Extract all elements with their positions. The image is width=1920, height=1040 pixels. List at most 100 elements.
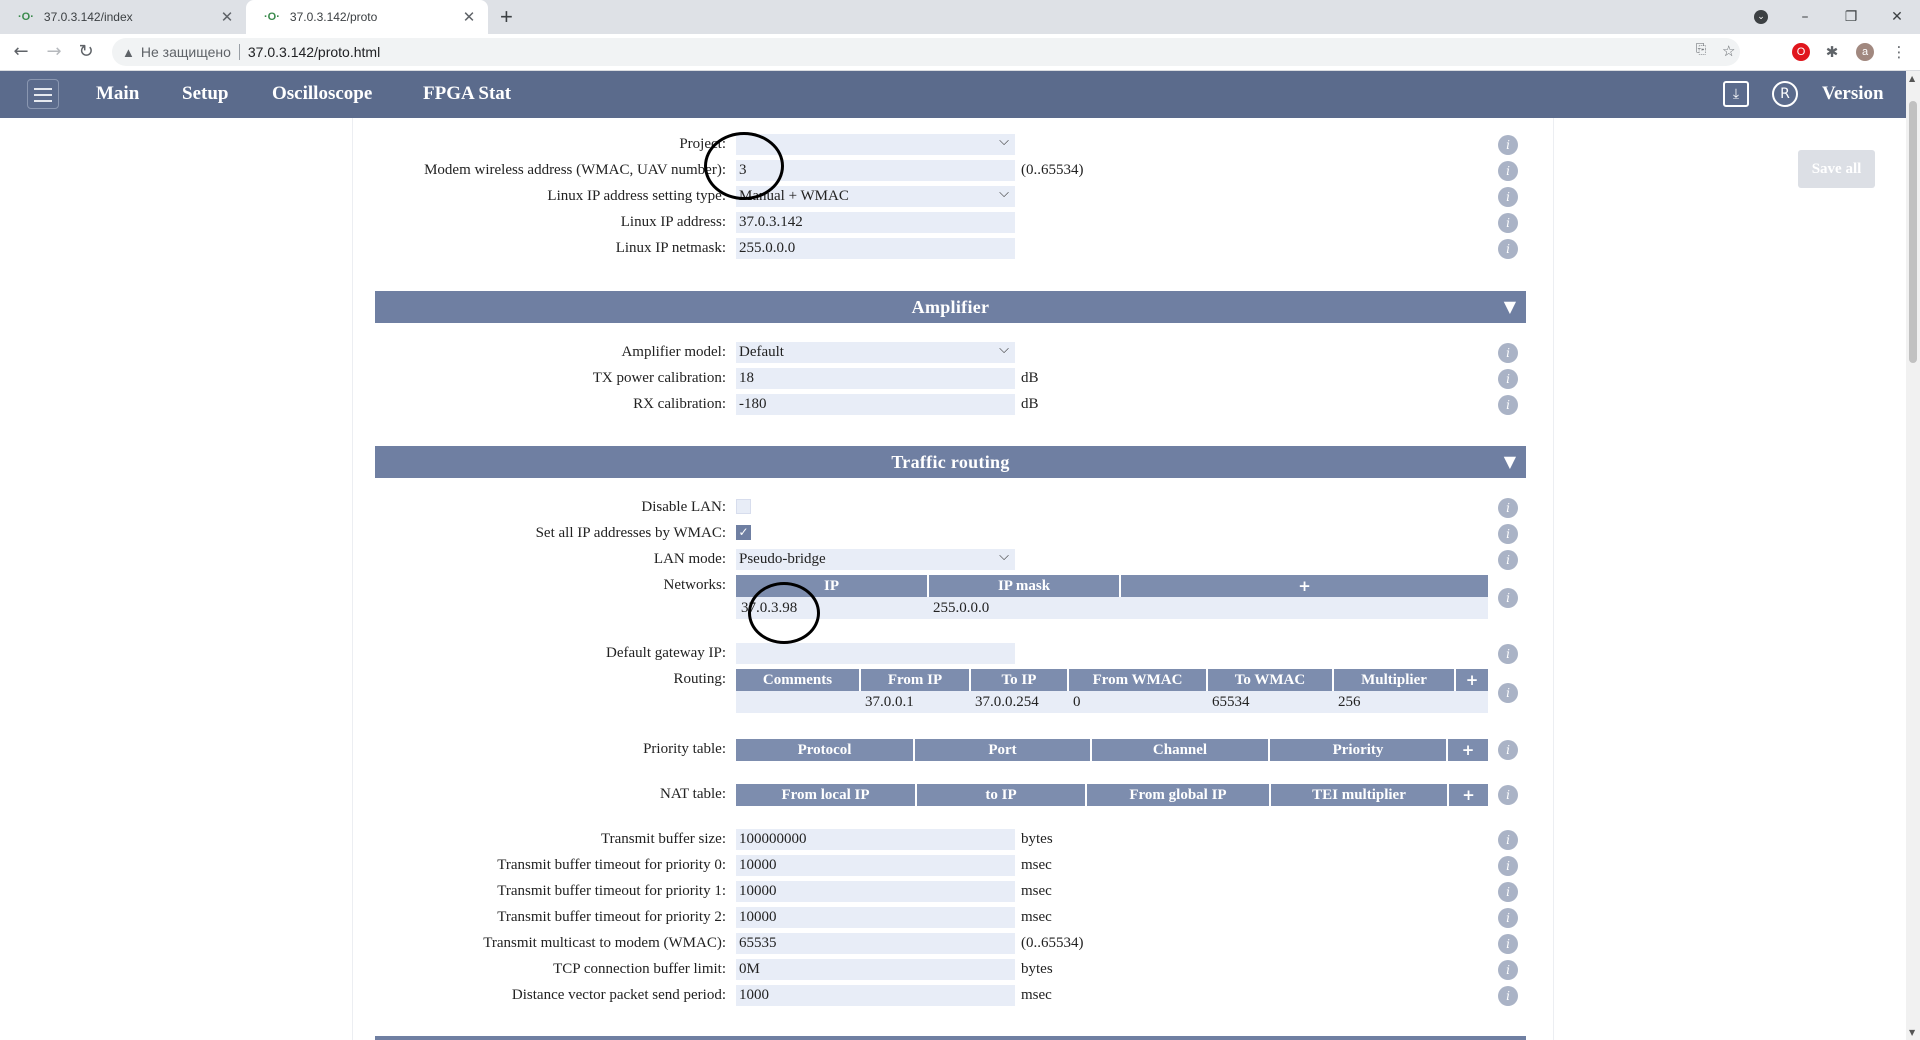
reload-icon[interactable]: ↻ — [74, 40, 98, 64]
buffer-timeout-0-input[interactable]: 10000 — [736, 855, 1015, 876]
tab-close-icon[interactable]: ✕ — [218, 8, 236, 26]
column-header[interactable]: Comments — [736, 669, 861, 691]
column-header[interactable]: Channel — [1091, 739, 1270, 761]
column-header[interactable]: IP mask — [928, 575, 1121, 597]
column-header[interactable]: Protocol — [736, 739, 915, 761]
scroll-down-arrow-icon[interactable]: ▼ — [1909, 1028, 1915, 1037]
star-icon[interactable]: ☆ — [1722, 42, 1735, 60]
add-priority-button[interactable]: + — [1447, 739, 1488, 761]
multicast-input[interactable]: 65535 — [736, 933, 1015, 954]
column-header[interactable]: Multiplier — [1333, 669, 1456, 691]
info-icon[interactable]: i — [1498, 882, 1518, 902]
collapse-arrow-icon[interactable]: ▼ — [1504, 452, 1516, 471]
extensions-puzzle-icon[interactable]: ✱ — [1823, 43, 1841, 61]
gateway-input[interactable] — [736, 643, 1015, 664]
nav-main[interactable]: Main — [96, 83, 139, 105]
browser-tab-proto[interactable]: ·O· 37.0.3.142/proto ✕ — [246, 0, 488, 34]
save-all-button[interactable]: Save all — [1798, 150, 1875, 188]
lan-mode-select[interactable]: Pseudo-bridge — [736, 546, 1015, 570]
info-icon[interactable]: i — [1498, 856, 1518, 876]
info-icon[interactable]: i — [1498, 524, 1518, 544]
info-icon[interactable]: i — [1498, 830, 1518, 850]
nav-fpga-stat[interactable]: FPGA Stat — [423, 83, 511, 105]
info-icon[interactable]: i — [1498, 644, 1518, 664]
column-header[interactable]: To WMAC — [1207, 669, 1334, 691]
nav-version[interactable]: Version — [1822, 83, 1884, 105]
route-from-ip-cell[interactable]: 37.0.0.1 — [860, 691, 970, 713]
rx-calibration-input[interactable]: -180 — [736, 394, 1015, 415]
buffer-timeout-1-input[interactable]: 10000 — [736, 881, 1015, 902]
linux-netmask-input[interactable]: 255.0.0.0 — [736, 238, 1015, 259]
add-nat-button[interactable]: + — [1448, 784, 1488, 806]
column-header[interactable]: From WMAC — [1068, 669, 1208, 691]
hamburger-menu-icon[interactable] — [27, 79, 59, 109]
info-icon[interactable]: i — [1498, 683, 1518, 703]
scrollbar-thumb[interactable] — [1909, 101, 1917, 363]
info-icon[interactable]: i — [1498, 908, 1518, 928]
info-icon[interactable]: i — [1498, 239, 1518, 259]
column-header[interactable]: to IP — [916, 784, 1087, 806]
download-icon[interactable]: ⤓ — [1723, 81, 1749, 107]
info-icon[interactable]: i — [1498, 395, 1518, 415]
info-icon[interactable]: i — [1498, 934, 1518, 954]
disable-lan-checkbox[interactable] — [736, 499, 751, 514]
traffic-routing-section-header[interactable]: Traffic routing ▼ — [375, 446, 1526, 478]
column-header[interactable]: From local IP — [736, 784, 917, 806]
url-text[interactable]: 37.0.3.142/proto.html — [248, 44, 380, 60]
amplifier-model-select[interactable]: Default — [736, 339, 1015, 363]
route-multiplier-cell[interactable]: 256 — [1333, 691, 1455, 713]
browser-tab-index[interactable]: ·O· 37.0.3.142/index ✕ — [0, 0, 246, 34]
window-close-icon[interactable]: ✕ — [1874, 0, 1920, 34]
column-header[interactable]: From global IP — [1086, 784, 1271, 806]
route-comments-cell[interactable] — [736, 691, 860, 713]
opera-extension-icon[interactable]: O — [1792, 43, 1810, 61]
restore-icon[interactable]: ❐ — [1828, 0, 1874, 34]
info-icon[interactable]: i — [1498, 960, 1518, 980]
back-icon[interactable]: ← — [9, 40, 33, 64]
column-header[interactable]: Port — [914, 739, 1092, 761]
browser-menu-icon[interactable]: ⋮ — [1890, 43, 1908, 61]
info-icon[interactable]: i — [1498, 986, 1518, 1006]
minimize-icon[interactable]: – — [1782, 0, 1828, 34]
info-icon[interactable]: i — [1498, 343, 1518, 363]
tx-power-input[interactable]: 18 — [736, 368, 1015, 389]
page-scrollbar[interactable]: ▲ ▼ — [1906, 71, 1920, 1040]
new-tab-button[interactable]: + — [500, 4, 513, 30]
route-to-ip-cell[interactable]: 37.0.0.254 — [970, 691, 1068, 713]
info-icon[interactable]: i — [1498, 161, 1518, 181]
column-header[interactable]: To IP — [970, 669, 1069, 691]
set-ip-by-wmac-checkbox[interactable]: ✓ — [736, 525, 751, 540]
ip-setting-type-select[interactable]: Manual + WMAC — [736, 183, 1015, 207]
add-network-button[interactable]: + — [1120, 575, 1488, 597]
collapse-arrow-icon[interactable]: ▼ — [1504, 297, 1516, 316]
column-header[interactable]: Priority — [1269, 739, 1448, 761]
nav-setup[interactable]: Setup — [182, 83, 228, 105]
info-icon[interactable]: i — [1498, 785, 1518, 805]
nav-oscilloscope[interactable]: Oscilloscope — [272, 83, 372, 105]
tab-close-icon[interactable]: ✕ — [460, 8, 478, 26]
route-to-wmac-cell[interactable]: 65534 — [1207, 691, 1333, 713]
column-header[interactable]: From IP — [860, 669, 971, 691]
info-icon[interactable]: i — [1498, 498, 1518, 518]
info-icon[interactable]: i — [1498, 550, 1518, 570]
info-icon[interactable]: i — [1498, 187, 1518, 207]
amplifier-section-header[interactable]: Amplifier ▼ — [375, 291, 1526, 323]
registered-icon[interactable]: R — [1772, 81, 1798, 107]
info-icon[interactable]: i — [1498, 135, 1518, 155]
address-bar[interactable]: ▲ Не защищено 37.0.3.142/proto.html ☆ ⎘ — [112, 38, 1740, 66]
forward-icon[interactable]: → — [42, 40, 66, 64]
tcp-buffer-input[interactable]: 0M — [736, 959, 1015, 980]
buffer-timeout-2-input[interactable]: 10000 — [736, 907, 1015, 928]
warning-icon[interactable]: ▲ — [122, 45, 135, 60]
not-secure-label[interactable]: Не защищено — [141, 44, 231, 60]
distance-vector-input[interactable]: 1000 — [736, 985, 1015, 1006]
add-route-button[interactable]: + — [1455, 669, 1488, 691]
info-icon[interactable]: i — [1498, 740, 1518, 760]
linux-ip-input[interactable]: 37.0.3.142 — [736, 212, 1015, 233]
info-icon[interactable]: i — [1498, 588, 1518, 608]
route-from-wmac-cell[interactable]: 0 — [1068, 691, 1207, 713]
transmit-buffer-size-input[interactable]: 100000000 — [736, 829, 1015, 850]
network-mask-cell[interactable]: 255.0.0.0 — [928, 597, 1120, 619]
translate-icon[interactable]: ⎘ — [1696, 42, 1706, 57]
info-icon[interactable]: i — [1498, 369, 1518, 389]
